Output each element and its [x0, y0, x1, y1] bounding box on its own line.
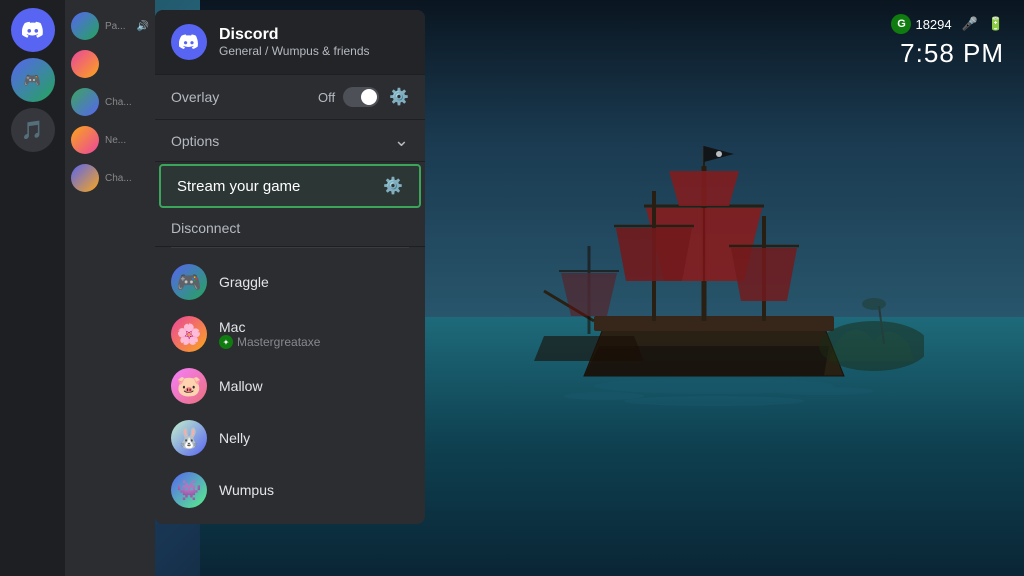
channel-item-1[interactable]: Pa... 🔊	[65, 8, 155, 44]
channel-avatar-3	[71, 88, 99, 116]
xbox-icon-mac: ✦	[219, 335, 233, 349]
member-avatar-mallow: 🐷	[171, 368, 207, 404]
server-icon-1[interactable]: 🎮	[11, 58, 55, 102]
channel-label-1: Pa...	[105, 21, 126, 32]
channel-avatar-4	[71, 126, 99, 154]
xbox-icon: G	[891, 14, 911, 34]
member-item-mac[interactable]: 🌸 Mac ✦ Mastergreataxe	[155, 308, 425, 360]
overlay-label: Overlay	[171, 89, 318, 105]
overlay-status: Off	[318, 90, 335, 105]
member-name-wumpus: Wumpus	[219, 482, 274, 498]
member-name-nelly: Nelly	[219, 430, 250, 446]
gamerscore: G 18294	[891, 14, 951, 34]
member-name-graggle: Graggle	[219, 274, 269, 290]
options-row[interactable]: Options ⌄	[155, 120, 425, 162]
channel-avatar-1	[71, 12, 99, 40]
ship-scene	[524, 106, 924, 456]
discord-logo	[171, 24, 207, 60]
member-avatar-graggle: 🎮	[171, 264, 207, 300]
stream-game-row[interactable]: Stream your game ⚙️	[159, 164, 421, 208]
member-info-nelly: Nelly	[219, 430, 250, 446]
stream-settings-icon[interactable]: ⚙️	[383, 176, 403, 196]
options-label: Options	[171, 133, 394, 149]
channel-item-4[interactable]: Ne...	[65, 122, 155, 158]
member-name-mac: Mac	[219, 319, 320, 335]
app-title: Discord	[219, 26, 370, 44]
channel-avatar-5	[71, 164, 99, 192]
channel-label-5: Cha...	[105, 173, 132, 184]
sidebar-strip: 🎮 🎵 Pa... 🔊 Cha... Ne... Cha...	[0, 0, 155, 576]
member-item-graggle[interactable]: 🎮 Graggle	[155, 256, 425, 308]
member-avatar-wumpus: 👾	[171, 472, 207, 508]
disconnect-row[interactable]: Disconnect	[155, 210, 425, 247]
member-avatar-nelly: 🐰	[171, 420, 207, 456]
panel-header: Discord General / Wumpus & friends	[155, 10, 425, 75]
discord-server-icon[interactable]	[11, 8, 55, 52]
tray-icons: G 18294 🎤 🔋	[891, 14, 1004, 34]
sound-icon-1: 🔊	[137, 21, 149, 32]
panel-body: Overlay Off ⚙️ Options ⌄ Stream your gam…	[155, 75, 425, 524]
member-info-mac: Mac ✦ Mastergreataxe	[219, 319, 320, 349]
overlay-toggle[interactable]	[343, 87, 379, 107]
member-name-mallow: Mallow	[219, 378, 263, 394]
member-info-mallow: Mallow	[219, 378, 263, 394]
score-value: 18294	[915, 17, 951, 32]
channel-avatar-2	[71, 50, 99, 78]
member-info-wumpus: Wumpus	[219, 482, 274, 498]
microphone-icon: 🎤	[962, 16, 978, 32]
channel-item-2[interactable]	[65, 46, 155, 82]
channel-list: Pa... 🔊 Cha... Ne... Cha...	[65, 0, 155, 576]
server-list: 🎮 🎵	[0, 0, 65, 576]
panel-header-text: Discord General / Wumpus & friends	[219, 26, 370, 58]
channel-name: General / Wumpus & friends	[219, 44, 370, 58]
channel-item-5[interactable]: Cha...	[65, 160, 155, 196]
member-item-wumpus[interactable]: 👾 Wumpus	[155, 464, 425, 516]
toggle-knob	[361, 89, 377, 105]
channel-label-3: Cha...	[105, 97, 132, 108]
member-item-mallow[interactable]: 🐷 Mallow	[155, 360, 425, 412]
channel-label-4: Ne...	[105, 135, 126, 146]
system-tray: G 18294 🎤 🔋 7:58 PM	[891, 14, 1004, 69]
member-game-mac: ✦ Mastergreataxe	[219, 335, 320, 349]
channel-item-3[interactable]: Cha...	[65, 84, 155, 120]
clock: 7:58 PM	[900, 38, 1004, 69]
disconnect-label: Disconnect	[171, 220, 240, 236]
discord-panel: Discord General / Wumpus & friends Overl…	[155, 10, 425, 524]
members-list: 🎮 Graggle 🌸 Mac ✦ Mastergreataxe 🐷	[155, 248, 425, 524]
member-avatar-mac: 🌸	[171, 316, 207, 352]
member-info-graggle: Graggle	[219, 274, 269, 290]
overlay-settings-icon[interactable]: ⚙️	[389, 87, 409, 107]
overlay-row: Overlay Off ⚙️	[155, 75, 425, 120]
battery-icon: 🔋	[988, 16, 1004, 32]
chevron-down-icon: ⌄	[394, 130, 409, 151]
member-item-nelly[interactable]: 🐰 Nelly	[155, 412, 425, 464]
stream-label: Stream your game	[177, 178, 383, 195]
server-icon-2[interactable]: 🎵	[11, 108, 55, 152]
